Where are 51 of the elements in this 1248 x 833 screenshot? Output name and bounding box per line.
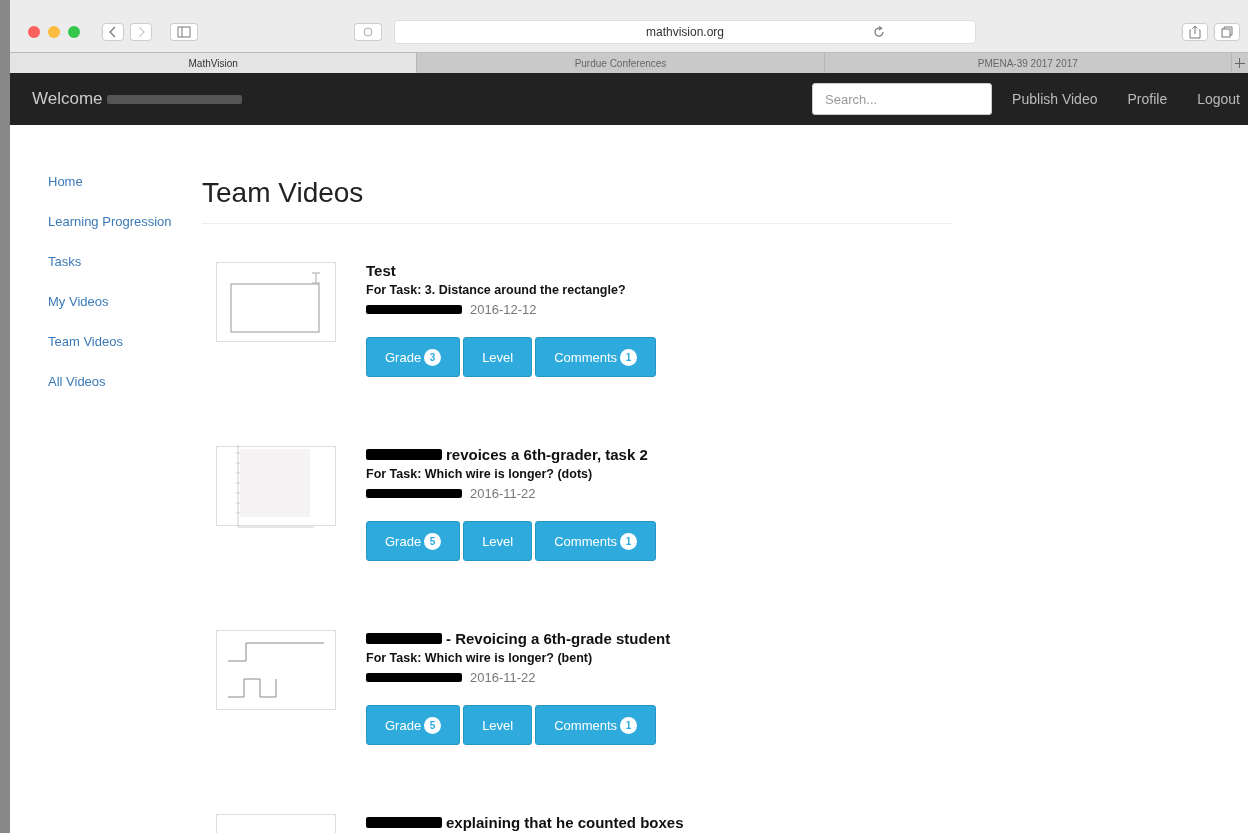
tabs-icon[interactable] xyxy=(1214,23,1240,41)
video-action-button[interactable]: Grade 3 xyxy=(366,337,461,377)
video-action-button[interactable]: Comments 1 xyxy=(535,337,657,377)
video-thumbnail[interactable] xyxy=(216,262,336,342)
video-action-button[interactable]: Grade 5 xyxy=(366,705,461,745)
video-action-button[interactable]: Comments 1 xyxy=(535,705,657,745)
new-tab-icon[interactable] xyxy=(1234,57,1246,69)
video-title[interactable]: explaining that he counted boxes xyxy=(446,814,684,831)
video-title[interactable]: - Revoicing a 6th-grade student xyxy=(446,630,671,647)
video-title[interactable]: revoices a 6th-grader, task 2 xyxy=(446,446,648,463)
sidebar-link[interactable]: My Videos xyxy=(48,293,202,311)
sidebar-link[interactable]: Tasks xyxy=(48,253,202,271)
count-badge: 1 xyxy=(620,716,638,734)
video-action-button[interactable]: Level xyxy=(463,337,533,377)
search-field[interactable]: Search... xyxy=(812,83,993,115)
nav-link[interactable]: Profile xyxy=(1127,91,1168,107)
count-badge: 5 xyxy=(424,716,442,734)
browser-tab[interactable]: MathVision xyxy=(10,53,418,73)
sidebar-link[interactable]: Learning Progression xyxy=(48,213,202,231)
address-bar[interactable]: mathvision.org xyxy=(394,20,976,44)
nav-link[interactable]: Logout xyxy=(1197,91,1240,107)
video-date: 2016-11-22 xyxy=(470,670,536,685)
sidebar-link[interactable]: Home xyxy=(48,173,202,191)
reload-icon[interactable] xyxy=(873,26,885,38)
video-thumbnail[interactable] xyxy=(216,630,336,710)
page-title: Team Videos xyxy=(202,177,952,224)
count-badge: 1 xyxy=(620,348,638,366)
video-date: 2016-11-22 xyxy=(470,486,536,501)
task-label: For Task: 3. Distance around the rectangle? xyxy=(366,283,627,297)
video-action-button[interactable]: Comments 1 xyxy=(535,521,657,561)
video-title[interactable]: Test xyxy=(366,262,396,279)
nav-link[interactable]: Publish Video xyxy=(1012,91,1098,107)
share-icon[interactable] xyxy=(1182,23,1208,41)
count-badge: 5 xyxy=(424,532,442,550)
forward-icon[interactable] xyxy=(130,23,152,41)
welcome-text: Welcome xyxy=(32,89,103,109)
video-action-button[interactable]: Level xyxy=(463,521,533,561)
count-badge: 1 xyxy=(620,532,638,550)
task-label: For Task: Which wire is longer? (dots) xyxy=(366,467,594,481)
privacy-icon[interactable] xyxy=(354,23,382,41)
task-label: For Task: Which wire is longer? (bent) xyxy=(366,651,594,665)
back-icon[interactable] xyxy=(102,23,124,41)
window-controls-icon[interactable] xyxy=(28,26,80,38)
video-thumbnail[interactable] xyxy=(216,446,336,526)
video-action-button[interactable]: Level xyxy=(463,705,533,745)
count-badge: 3 xyxy=(424,348,442,366)
sidebar-icon[interactable] xyxy=(170,23,198,41)
video-action-button[interactable]: Grade 5 xyxy=(366,521,461,561)
sidebar-link[interactable]: Team Videos xyxy=(48,333,202,351)
video-date: 2016-12-12 xyxy=(470,302,537,317)
sidebar-link[interactable]: All Videos xyxy=(48,373,202,391)
